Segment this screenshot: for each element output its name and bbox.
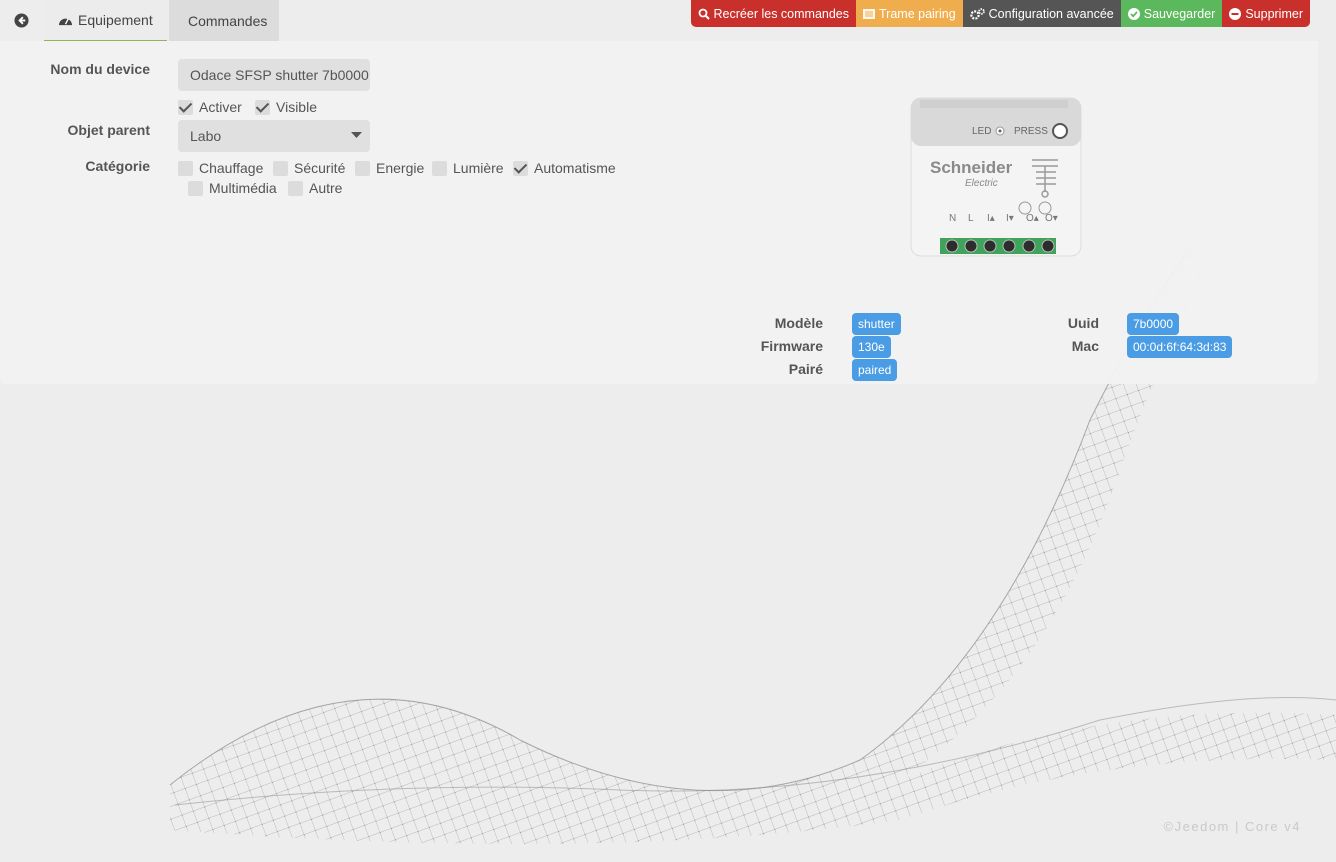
tab-equipement-label: Equipement bbox=[78, 12, 153, 28]
advanced-config-button[interactable]: Configuration avancée bbox=[962, 0, 1121, 27]
category-checkbox-label: Autre bbox=[309, 180, 343, 196]
trame-pairing-button[interactable]: Trame pairing bbox=[856, 0, 963, 27]
cogs-icon bbox=[969, 7, 985, 20]
visible-checkbox[interactable]: Visible bbox=[255, 99, 317, 115]
checkbox-box bbox=[432, 160, 447, 176]
device-terminal-screw bbox=[1022, 239, 1036, 253]
model-badge: shutter bbox=[852, 313, 901, 335]
top-bar: Equipement Commandes Recréer les command… bbox=[0, 0, 1336, 41]
category-checkbox[interactable]: Multimédia bbox=[188, 180, 277, 196]
check-icon bbox=[513, 160, 528, 176]
device-name-label: Nom du device bbox=[50, 61, 150, 77]
caret-down-icon bbox=[351, 132, 362, 138]
category-checkbox[interactable]: Automatisme bbox=[513, 160, 616, 176]
footer-copyright: ©Jeedom | Core v4 bbox=[1163, 819, 1301, 834]
checkbox-box bbox=[355, 160, 370, 176]
checkbox-box bbox=[178, 160, 193, 176]
parent-object-value: Labo bbox=[190, 128, 222, 144]
minus-circle-icon bbox=[1229, 7, 1242, 20]
tab-commandes-label: Commandes bbox=[188, 12, 268, 29]
checkbox-box bbox=[288, 180, 303, 196]
search-icon bbox=[698, 8, 710, 20]
activer-check-icon bbox=[178, 99, 193, 115]
category-checkbox-label: Chauffage bbox=[199, 160, 264, 176]
uuid-badge: 7b0000 bbox=[1127, 313, 1180, 335]
save-label: Sauvegarder bbox=[1143, 6, 1216, 21]
device-terminal-screw bbox=[1041, 239, 1055, 253]
back-button[interactable] bbox=[10, 9, 32, 31]
parent-object-label: Objet parent bbox=[67, 122, 150, 138]
activer-label: Activer bbox=[199, 99, 242, 115]
device-terminal-label: I▾ bbox=[1006, 213, 1014, 224]
mac-badge: 00:0d:6f:64:3d:83 bbox=[1127, 336, 1233, 358]
device-terminal-screw bbox=[1002, 239, 1016, 253]
device-brand: Schneider bbox=[930, 158, 1013, 177]
parent-object-select[interactable]: Labo bbox=[178, 120, 370, 152]
tab-equipement[interactable]: Equipement bbox=[44, 0, 167, 41]
checkbox-box bbox=[273, 160, 288, 176]
recreate-commands-label: Recréer les commandes bbox=[713, 6, 849, 21]
device-terminal-screw bbox=[945, 239, 959, 253]
advanced-config-label: Configuration avancée bbox=[988, 6, 1114, 21]
device-name-input[interactable]: Odace SFSP shutter 7b0000 bbox=[178, 59, 370, 91]
firmware-label: Firmware bbox=[760, 338, 823, 354]
delete-button[interactable]: Supprimer bbox=[1222, 0, 1310, 27]
device-terminal-label: I▴ bbox=[987, 213, 995, 224]
device-terminal-screw bbox=[983, 239, 997, 253]
category-checkbox[interactable]: Sécurité bbox=[273, 160, 345, 176]
category-checkbox-label: Sécurité bbox=[294, 160, 346, 176]
firmware-badge: 130e bbox=[852, 336, 891, 358]
category-label: Catégorie bbox=[85, 158, 150, 174]
arrow-circle-left-icon bbox=[13, 12, 29, 28]
device-image: LED PRESS Schneider Electric N L I▴ I▾ O▴ O▾ bbox=[910, 97, 1082, 257]
trame-pairing-label: Trame pairing bbox=[879, 6, 956, 21]
device-terminal-label: L bbox=[968, 213, 974, 224]
delete-label: Supprimer bbox=[1245, 6, 1303, 21]
uuid-label: Uuid bbox=[1067, 315, 1099, 331]
device-terminal-screw bbox=[964, 239, 978, 253]
category-checkbox[interactable]: Chauffage bbox=[178, 160, 263, 176]
device-terminal-label: O▴ bbox=[1026, 213, 1039, 224]
device-press-label: PRESS bbox=[1014, 126, 1048, 137]
list-icon bbox=[863, 8, 875, 19]
device-led-label: LED bbox=[972, 126, 991, 137]
category-checkbox-label: Lumière bbox=[453, 160, 504, 176]
device-terminal-label: N bbox=[949, 213, 956, 224]
category-checkbox-label: Energie bbox=[376, 160, 425, 176]
check-circle-icon bbox=[1127, 7, 1140, 20]
category-checkbox[interactable]: Energie bbox=[355, 160, 424, 176]
device-brand-sub: Electric bbox=[965, 178, 998, 189]
activer-checkbox[interactable]: Activer bbox=[178, 99, 242, 115]
category-checkbox[interactable]: Lumière bbox=[432, 160, 504, 176]
visible-check-icon bbox=[255, 99, 270, 115]
equipment-panel: Nom du device Odace SFSP shutter 7b0000 … bbox=[0, 41, 1318, 384]
save-button[interactable]: Sauvegarder bbox=[1120, 0, 1223, 27]
category-checkbox[interactable]: Autre bbox=[288, 180, 342, 196]
category-checkbox-label: Automatisme bbox=[534, 160, 616, 176]
device-terminal-label: O▾ bbox=[1045, 213, 1058, 224]
recreate-commands-button[interactable]: Recréer les commandes bbox=[690, 0, 856, 27]
visible-label: Visible bbox=[276, 99, 317, 115]
action-buttons: Recréer les commandes Trame pairing Conf… bbox=[690, 0, 1310, 27]
paired-badge: paired bbox=[852, 359, 898, 381]
category-checkbox-label: Multimédia bbox=[209, 180, 277, 196]
mac-label: Mac bbox=[1071, 338, 1099, 354]
checkbox-box bbox=[188, 180, 203, 196]
dashboard-icon bbox=[59, 17, 72, 25]
paired-label: Pairé bbox=[788, 361, 823, 377]
tab-commandes[interactable]: Commandes bbox=[169, 0, 279, 41]
model-label: Modèle bbox=[774, 315, 823, 331]
